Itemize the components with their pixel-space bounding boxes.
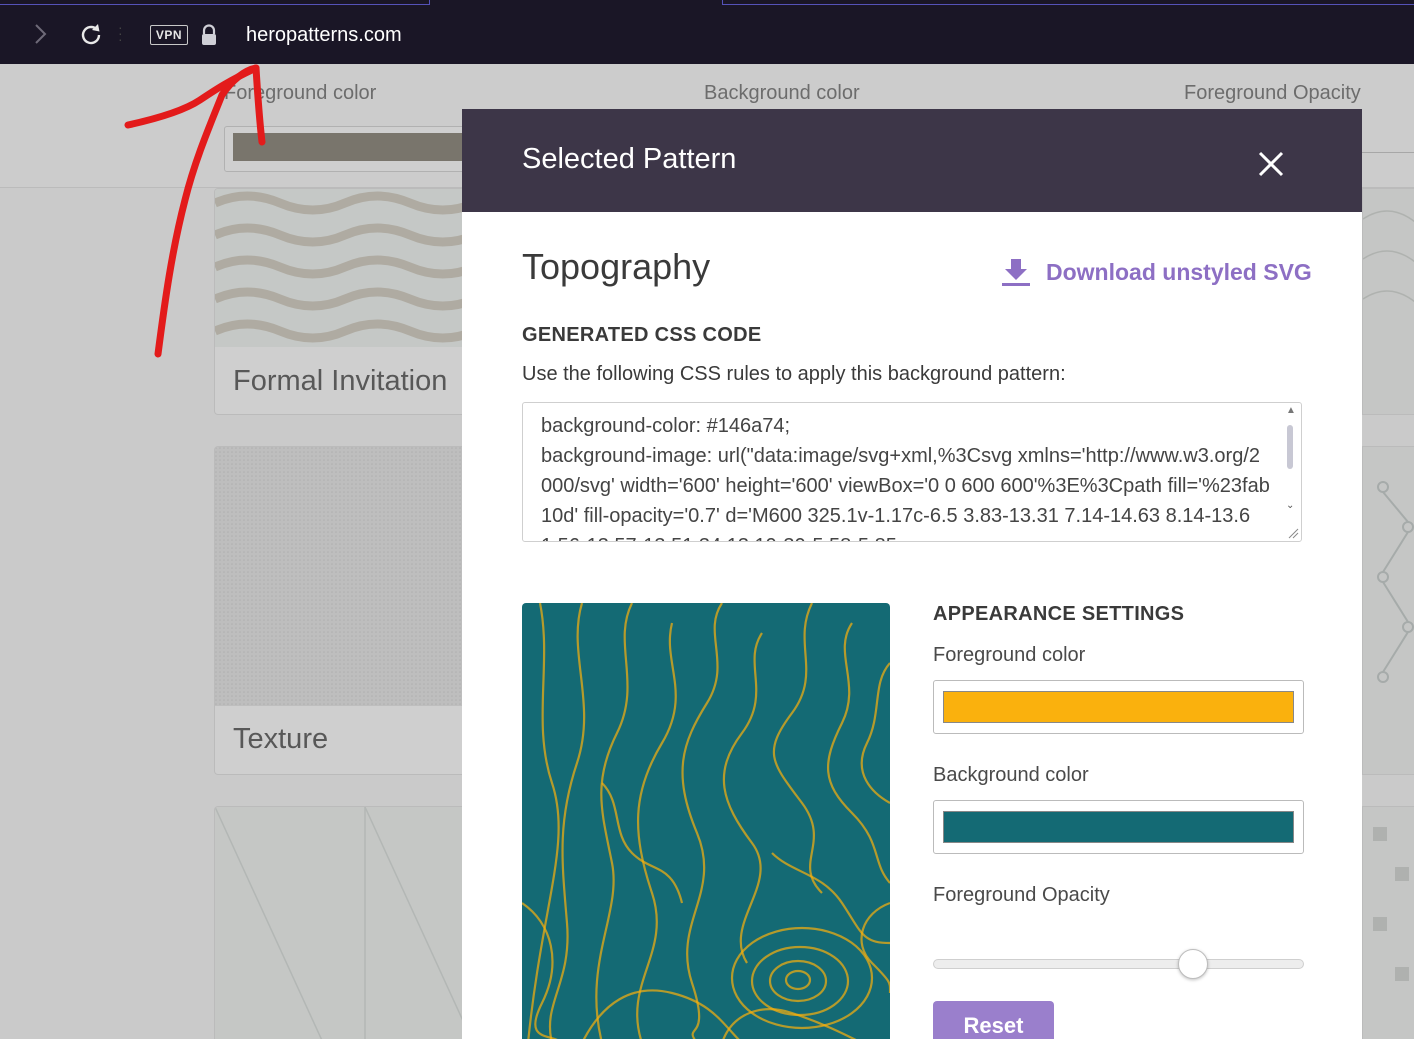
reload-icon[interactable]: [78, 22, 104, 48]
appearance-heading: APPEARANCE SETTINGS: [933, 603, 1185, 625]
foreground-color-swatch: [943, 691, 1294, 723]
foreground-color-input[interactable]: [933, 680, 1304, 734]
background-color-input[interactable]: [933, 800, 1304, 854]
slider-thumb[interactable]: [1177, 949, 1208, 979]
slider-track[interactable]: [933, 959, 1304, 969]
resize-handle-icon[interactable]: [1287, 527, 1299, 539]
foreground-color-label: Foreground color: [933, 644, 1086, 666]
reset-button[interactable]: Reset: [933, 1001, 1054, 1039]
css-scrollbar[interactable]: ▲ ⌄: [1281, 403, 1301, 541]
pattern-name: Topography: [522, 246, 711, 287]
lock-icon[interactable]: [200, 24, 218, 46]
background-color-swatch: [943, 811, 1294, 843]
scroll-down-icon[interactable]: ⌄: [1286, 501, 1296, 511]
vpn-badge[interactable]: VPN: [150, 25, 188, 45]
modal-title: Selected Pattern: [522, 143, 737, 175]
selected-pattern-modal: Selected Pattern Topography Download uns…: [462, 109, 1362, 1039]
forward-icon[interactable]: [30, 22, 50, 46]
close-icon[interactable]: [1254, 147, 1288, 181]
pattern-preview-topography: [522, 603, 890, 1039]
css-code-textarea[interactable]: background-color: #146a74; background-im…: [522, 402, 1302, 542]
css-code-text: background-color: #146a74; background-im…: [541, 415, 1270, 541]
scrollbar-thumb[interactable]: [1287, 425, 1293, 469]
background-color-label: Background color: [933, 764, 1089, 786]
browser-tab[interactable]: [722, 0, 1414, 5]
css-description: Use the following CSS rules to apply thi…: [522, 363, 1066, 385]
foreground-opacity-label: Foreground Opacity: [933, 884, 1110, 906]
download-icon: [1002, 259, 1030, 286]
menu-dots-icon[interactable]: · · ·: [118, 20, 126, 46]
browser-toolbar: · · · VPN heropatterns.com: [0, 0, 1414, 64]
download-label: Download unstyled SVG: [1046, 258, 1312, 285]
modal-header: Selected Pattern: [462, 109, 1362, 212]
css-section-heading: GENERATED CSS CODE: [522, 324, 762, 346]
browser-tab[interactable]: [0, 0, 430, 5]
address-bar-url[interactable]: heropatterns.com: [246, 22, 402, 48]
foreground-opacity-slider[interactable]: [933, 945, 1304, 985]
download-svg-link[interactable]: Download unstyled SVG: [1000, 255, 1312, 289]
scroll-up-icon[interactable]: ▲: [1286, 406, 1296, 416]
